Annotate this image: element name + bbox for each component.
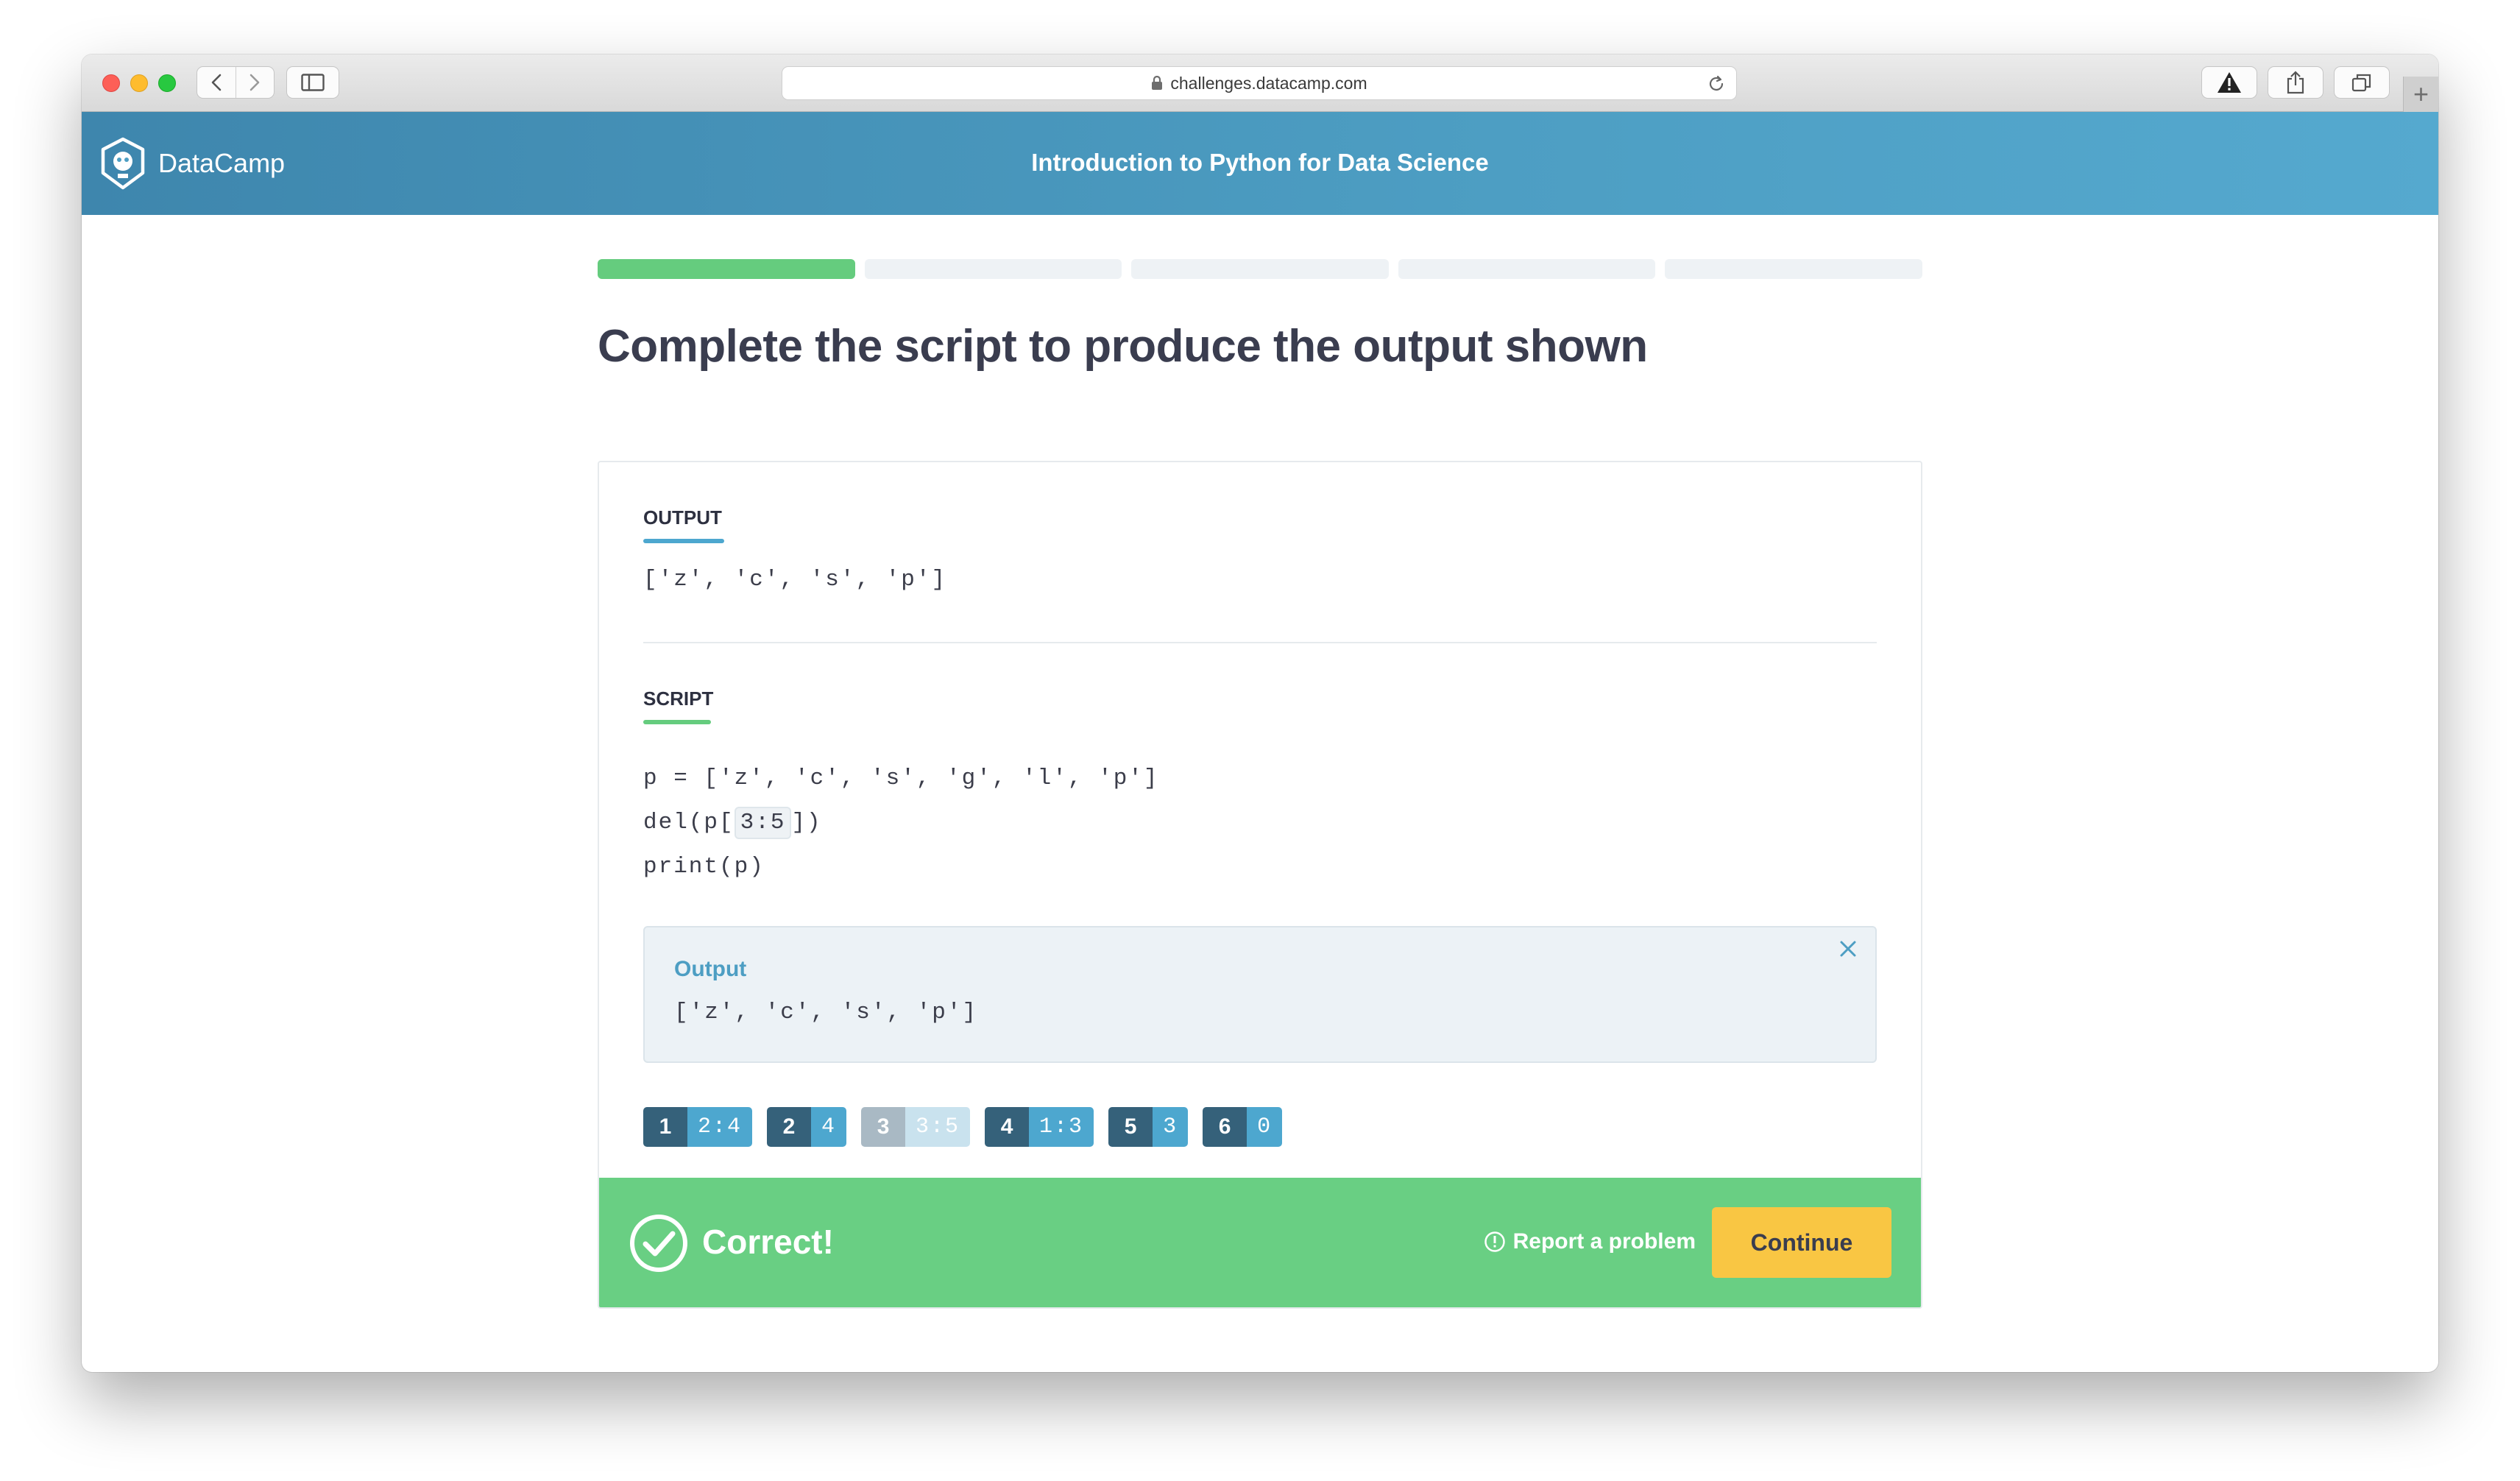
run-output-text: ['z', 'c', 's', 'p'] — [674, 1000, 978, 1025]
answer-options: 1 2:4 24 3 3:5 4 1:3 53 60 — [643, 1107, 1283, 1147]
progress-segment — [864, 259, 1122, 279]
checkmark-icon — [629, 1213, 689, 1277]
info-icon — [1484, 1231, 1505, 1252]
option-6[interactable]: 60 — [1203, 1107, 1283, 1147]
option-value: 4 — [811, 1107, 847, 1147]
option-1[interactable]: 1 2:4 — [643, 1107, 753, 1147]
history-nav — [197, 66, 275, 99]
option-4[interactable]: 4 1:3 — [985, 1107, 1094, 1147]
challenge-content: Complete the script to produce the outpu… — [598, 259, 1922, 1309]
tabs-icon — [2351, 74, 2371, 92]
progress-bar — [598, 259, 1922, 279]
back-button[interactable] — [197, 67, 236, 98]
close-window-button[interactable] — [102, 74, 120, 92]
script-code: p = ['z', 'c', 's', 'g', 'l', 'p'] del(p… — [643, 757, 1159, 889]
option-value: 1:3 — [1029, 1107, 1094, 1147]
option-number: 2 — [767, 1107, 812, 1147]
expected-output: ['z', 'c', 's', 'p'] — [643, 567, 947, 593]
browser-toolbar: challenges.datacamp.com + — [82, 54, 2438, 112]
forward-button[interactable] — [235, 67, 274, 98]
progress-segment — [1131, 259, 1389, 279]
progress-segment — [1665, 259, 1922, 279]
option-number: 1 — [643, 1107, 687, 1147]
zoom-window-button[interactable] — [158, 74, 176, 92]
code-text: ]) — [791, 810, 822, 835]
chevron-left-icon — [211, 74, 222, 91]
script-line: del(p[3:5]) — [643, 801, 1159, 845]
reload-icon[interactable] — [1707, 74, 1726, 98]
script-line: print(p) — [643, 854, 765, 880]
close-output-button[interactable] — [1837, 938, 1859, 964]
new-tab-button[interactable]: + — [2403, 77, 2438, 112]
lock-icon — [1151, 76, 1163, 91]
close-icon — [1840, 941, 1856, 957]
option-number: 5 — [1108, 1107, 1153, 1147]
share-button[interactable] — [2268, 66, 2323, 99]
run-output-panel: Output ['z', 'c', 's', 'p'] — [643, 926, 1877, 1063]
script-section-label: SCRIPT — [643, 688, 714, 710]
feedback-status: Correct! — [702, 1223, 834, 1261]
app-header: DataCamp Introduction to Python for Data… — [82, 112, 2438, 215]
script-line: p = ['z', 'c', 's', 'g', 'l', 'p'] — [643, 766, 1159, 791]
feedback-bar: Correct! Report a problem Continue — [599, 1178, 1921, 1307]
option-value: 3:5 — [905, 1107, 971, 1147]
option-number: 4 — [985, 1107, 1030, 1147]
option-number: 3 — [861, 1107, 906, 1147]
option-2[interactable]: 24 — [767, 1107, 847, 1147]
question-title: Complete the script to produce the outpu… — [598, 321, 1648, 372]
run-output-label: Output — [674, 957, 747, 981]
tabs-overview-button[interactable] — [2334, 66, 2390, 99]
report-problem-label: Report a problem — [1512, 1229, 1696, 1254]
browser-window: challenges.datacamp.com + DataCamp Intro… — [82, 54, 2438, 1372]
option-5[interactable]: 53 — [1108, 1107, 1189, 1147]
output-section-label: OUTPUT — [643, 506, 722, 529]
option-value: 0 — [1247, 1107, 1283, 1147]
sidebar-icon — [301, 74, 325, 91]
sidebar-toggle-button[interactable] — [286, 66, 339, 99]
option-number: 6 — [1203, 1107, 1247, 1147]
option-value: 3 — [1153, 1107, 1189, 1147]
chevron-right-icon — [250, 74, 260, 91]
script-label-underline — [643, 720, 711, 724]
answer-blank[interactable]: 3:5 — [734, 807, 792, 839]
section-divider — [643, 642, 1877, 643]
course-title: Introduction to Python for Data Science — [1031, 149, 1489, 176]
progress-segment — [1398, 259, 1656, 279]
url-text: challenges.datacamp.com — [1170, 73, 1367, 93]
warning-button[interactable] — [2201, 66, 2257, 99]
report-problem-link[interactable]: Report a problem — [1484, 1229, 1696, 1254]
challenge-card: OUTPUT ['z', 'c', 's', 'p'] SCRIPT p = [… — [598, 461, 1922, 1309]
option-value: 2:4 — [687, 1107, 753, 1147]
continue-button[interactable]: Continue — [1712, 1207, 1891, 1278]
share-icon — [2287, 71, 2304, 94]
warning-icon — [2218, 72, 2241, 93]
output-label-underline — [643, 539, 724, 543]
code-text: del(p[ — [643, 810, 735, 835]
progress-segment — [598, 259, 855, 279]
plus-icon: + — [2413, 79, 2429, 109]
address-bar[interactable]: challenges.datacamp.com — [782, 66, 1737, 100]
option-3[interactable]: 3 3:5 — [861, 1107, 971, 1147]
minimize-window-button[interactable] — [130, 74, 148, 92]
